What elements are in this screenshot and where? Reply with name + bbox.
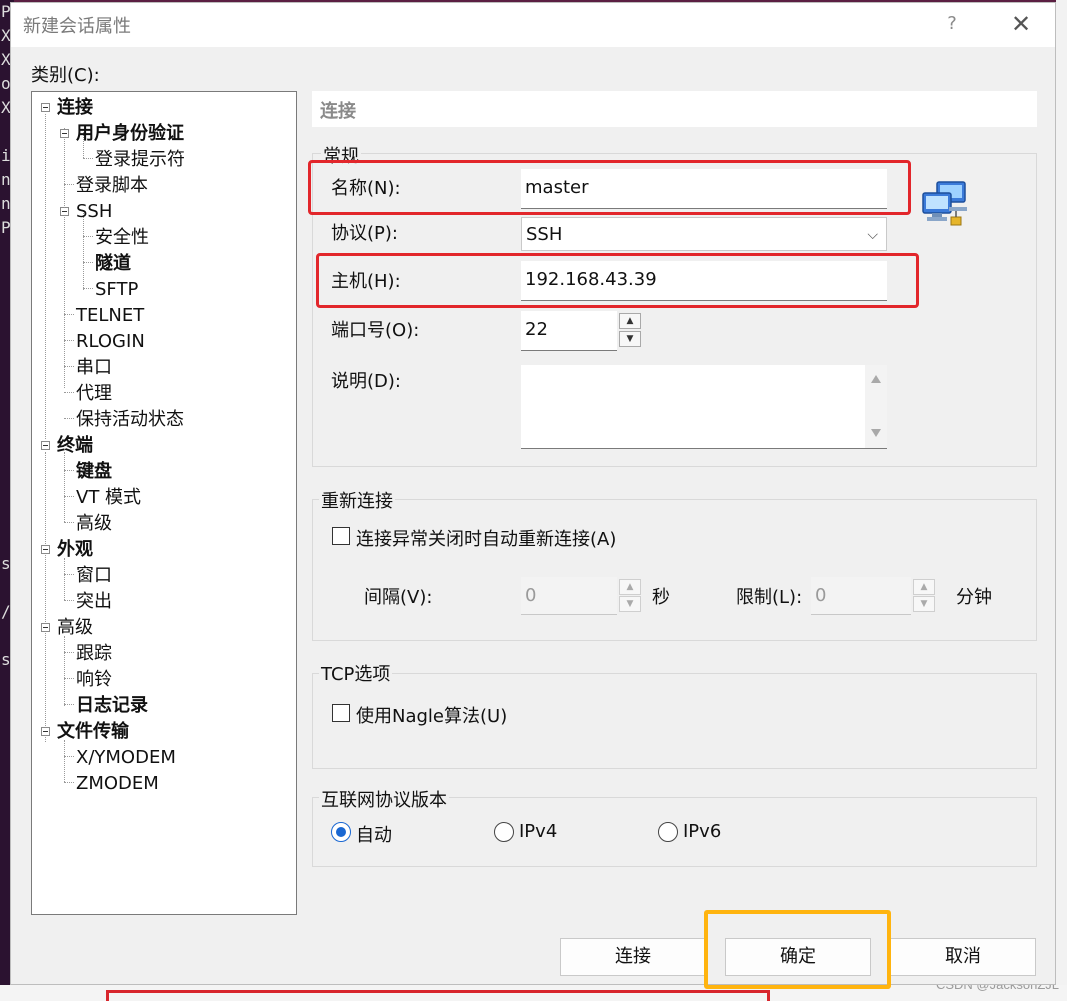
ipv4-label: IPv4 xyxy=(519,821,558,842)
close-button[interactable]: ✕ xyxy=(1001,7,1041,41)
description-scrollbar[interactable] xyxy=(865,365,887,448)
category-tree[interactable]: 连接 用户身份验证 登录提示符 登录脚本 SSH 安全性 隧道 SFTP TEL… xyxy=(31,91,297,915)
tree-item-serial[interactable]: 串口 xyxy=(76,357,112,379)
tree-item-ssh[interactable]: SSH xyxy=(76,201,112,223)
collapse-icon[interactable] xyxy=(60,207,69,216)
cancel-button[interactable]: 取消 xyxy=(890,938,1036,976)
description-field[interactable] xyxy=(521,365,887,449)
protocol-label: 协议(P): xyxy=(331,223,398,244)
highlight-box-host xyxy=(316,253,919,308)
tree-item-appearance[interactable]: 外观 xyxy=(57,539,93,561)
tree-item-security[interactable]: 安全性 xyxy=(95,227,149,249)
panel-header: 连接 xyxy=(312,91,1037,127)
tree-item-tunnel[interactable]: 隧道 xyxy=(95,253,131,275)
collapse-icon[interactable] xyxy=(41,441,50,450)
collapse-icon[interactable] xyxy=(41,545,50,554)
session-properties-dialog: 新建会话属性 ? ✕ 类别(C): 连接 用户身份验证 登录提示符 登录脚本 S… xyxy=(10,2,1056,989)
network-computers-icon xyxy=(922,181,967,226)
tree-item-vt-mode[interactable]: VT 模式 xyxy=(76,487,141,509)
spin-down-icon[interactable]: ▼ xyxy=(619,331,641,347)
port-field[interactable]: 22 xyxy=(521,311,617,351)
tree-item-keyboard[interactable]: 键盘 xyxy=(76,461,112,483)
nagle-checkbox[interactable] xyxy=(332,704,350,722)
tree-item-terminal-advanced[interactable]: 高级 xyxy=(76,513,112,535)
tree-item-sftp[interactable]: SFTP xyxy=(95,279,138,301)
tcp-group-title: TCP选项 xyxy=(319,660,393,686)
limit-unit: 分钟 xyxy=(956,587,992,608)
highlight-box-name xyxy=(308,160,911,215)
spin-up-icon[interactable]: ▲ xyxy=(913,579,935,595)
nagle-label: 使用Nagle算法(U) xyxy=(356,706,508,727)
collapse-icon[interactable] xyxy=(41,727,50,736)
background-right-edge xyxy=(1056,0,1067,1001)
spin-up-icon[interactable]: ▲ xyxy=(619,313,641,329)
interval-spinner[interactable]: ▲ ▼ xyxy=(619,579,641,613)
tree-item-file-transfer[interactable]: 文件传输 xyxy=(57,721,129,743)
spin-down-icon[interactable]: ▼ xyxy=(913,596,935,612)
ip-auto-label: 自动 xyxy=(356,825,392,846)
connect-button[interactable]: 连接 xyxy=(560,938,706,976)
tree-item-login-prompt[interactable]: 登录提示符 xyxy=(95,149,185,171)
ip-version-group-title: 互联网协议版本 xyxy=(319,786,449,812)
protocol-value: SSH xyxy=(526,224,563,245)
help-button[interactable]: ? xyxy=(935,9,969,39)
tree-item-advanced[interactable]: 高级 xyxy=(57,617,93,639)
tree-item-bell[interactable]: 响铃 xyxy=(76,669,112,691)
port-label: 端口号(O): xyxy=(331,320,420,341)
ipv6-label: IPv6 xyxy=(683,821,722,842)
limit-label: 限制(L): xyxy=(736,587,803,608)
collapse-icon[interactable] xyxy=(41,103,50,112)
tree-item-trace[interactable]: 跟踪 xyxy=(76,643,112,665)
limit-field[interactable]: 0 xyxy=(811,577,911,615)
tree-item-connection[interactable]: 连接 xyxy=(57,97,93,119)
highlight-box-ok xyxy=(704,910,891,989)
interval-unit: 秒 xyxy=(652,587,670,608)
scroll-up-icon[interactable] xyxy=(871,375,881,383)
port-spinner[interactable]: ▲ ▼ xyxy=(619,313,641,349)
collapse-icon[interactable] xyxy=(60,129,69,138)
spin-up-icon[interactable]: ▲ xyxy=(619,579,641,595)
category-label: 类别(C): xyxy=(31,65,100,86)
tree-item-rlogin[interactable]: RLOGIN xyxy=(76,331,145,353)
reconnect-group-title: 重新连接 xyxy=(319,487,395,513)
auto-reconnect-label: 连接异常关闭时自动重新连接(A) xyxy=(356,529,617,550)
tree-item-window[interactable]: 窗口 xyxy=(76,565,112,587)
tree-item-auth[interactable]: 用户身份验证 xyxy=(76,123,184,145)
limit-spinner[interactable]: ▲ ▼ xyxy=(913,579,935,613)
tree-item-zmodem[interactable]: ZMODEM xyxy=(76,773,159,795)
ipv4-radio[interactable] xyxy=(494,822,514,842)
scroll-down-icon[interactable] xyxy=(871,429,881,437)
tree-item-telnet[interactable]: TELNET xyxy=(76,305,144,327)
interval-field[interactable]: 0 xyxy=(521,577,617,615)
tree-item-xymodem[interactable]: X/YMODEM xyxy=(76,747,176,769)
tree-item-login-script[interactable]: 登录脚本 xyxy=(76,175,148,197)
title-bar: 新建会话属性 ? ✕ xyxy=(11,3,1055,47)
window-title: 新建会话属性 xyxy=(23,16,131,37)
collapse-icon[interactable] xyxy=(41,623,50,632)
tree-item-logging[interactable]: 日志记录 xyxy=(76,695,148,717)
chevron-down-icon: ⌵ xyxy=(867,227,878,243)
protocol-select[interactable]: SSH ⌵ xyxy=(521,217,887,251)
tree-item-highlight[interactable]: 突出 xyxy=(76,591,112,613)
background-highlight-fragment xyxy=(106,990,770,1001)
tree-item-proxy[interactable]: 代理 xyxy=(76,383,112,405)
panel-title: 连接 xyxy=(320,101,356,122)
tree-item-terminal[interactable]: 终端 xyxy=(57,435,93,457)
spin-down-icon[interactable]: ▼ xyxy=(619,596,641,612)
tree-item-keepalive[interactable]: 保持活动状态 xyxy=(76,409,184,431)
ip-auto-radio[interactable] xyxy=(331,822,351,842)
ipv6-radio[interactable] xyxy=(658,822,678,842)
auto-reconnect-checkbox[interactable] xyxy=(332,527,350,545)
description-label: 说明(D): xyxy=(331,371,401,392)
interval-label: 间隔(V): xyxy=(364,587,433,608)
reconnect-group xyxy=(312,499,1037,641)
